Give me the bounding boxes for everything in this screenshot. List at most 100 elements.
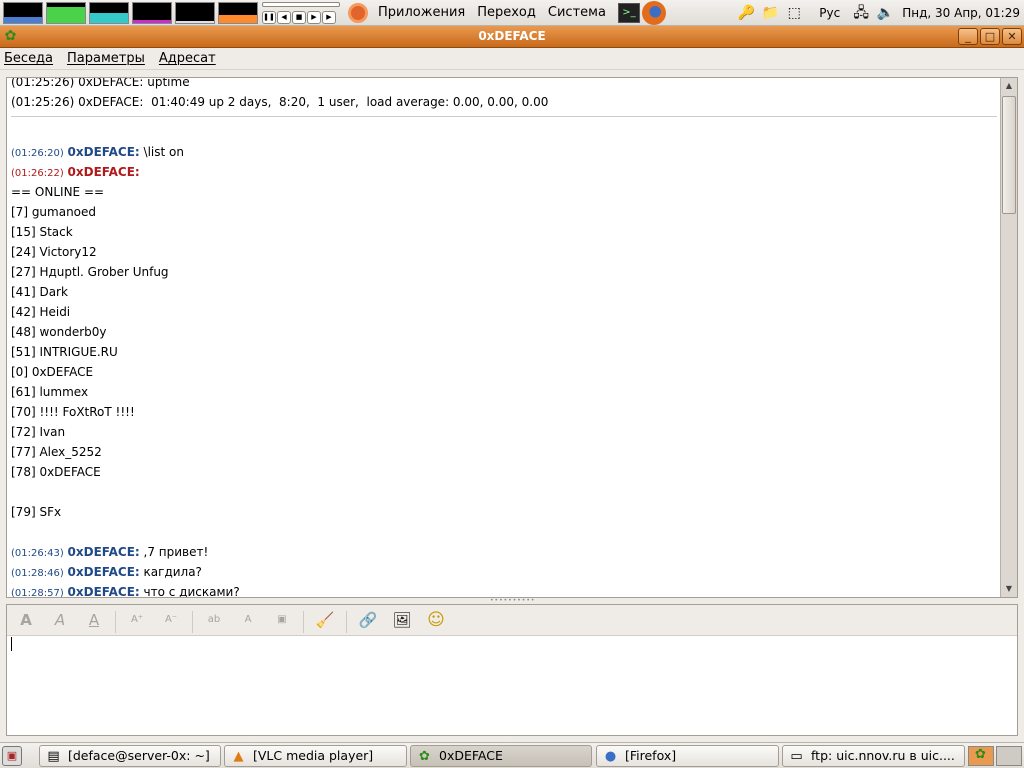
chat-scrollbar[interactable]: ▲ ▼ <box>1000 78 1017 597</box>
online-list-line: [72] Ivan <box>11 425 66 439</box>
message-sender: 0xDEFACE: <box>67 165 140 179</box>
media-stop-icon[interactable]: ■ <box>292 10 306 24</box>
online-list-line: [48] wonderb0y <box>11 325 107 339</box>
online-list-line: [27] Hдuptl. Grober Unfug <box>11 265 169 279</box>
maximize-button[interactable]: □ <box>980 28 1000 45</box>
clear-format-icon[interactable]: 🧹 <box>312 609 338 631</box>
window-title: 0xDEFACE <box>478 29 546 43</box>
online-list-line: [15] Stack <box>11 225 73 239</box>
workspace-2[interactable] <box>996 746 1022 766</box>
online-list-line: [78] 0xDEFACE <box>11 465 101 479</box>
message-timestamp: (01:26:43) <box>11 548 64 559</box>
swap-monitor[interactable] <box>132 1 172 24</box>
bold-icon[interactable]: A <box>13 609 39 631</box>
window-titlebar[interactable]: ✿ 0xDEFACE _ □ ✕ <box>0 26 1024 48</box>
taskbar-item-terminal[interactable]: ▤ [deface@server-0x: ~] <box>39 745 221 767</box>
message-compose-area[interactable]: A A A A⁺ A⁻ ab A ▣ 🧹 🔗 🖼 ☺ <box>6 604 1018 736</box>
media-prev-icon[interactable]: ◀ <box>277 10 291 24</box>
smiley-icon[interactable]: ☺ <box>423 609 449 631</box>
chat-line-system: (01:25:26) 0xDEFACE: 01:40:49 up 2 days,… <box>11 95 549 109</box>
online-list-line: == ONLINE == <box>11 185 105 199</box>
background-color-icon[interactable]: ▣ <box>269 609 295 631</box>
menu-options[interactable]: Параметры <box>67 51 145 66</box>
firefox-launcher-icon[interactable] <box>641 0 666 25</box>
pidgin-icon: ✿ <box>975 747 986 762</box>
foreground-color-icon[interactable]: A <box>235 609 261 631</box>
workspace-1[interactable]: ✿ <box>968 746 994 766</box>
media-pause-icon[interactable]: ❚❚ <box>262 10 276 24</box>
ubuntu-logo-icon[interactable] <box>348 2 368 23</box>
minimize-button[interactable]: _ <box>958 28 978 45</box>
taskbar-item-label: [VLC media player] <box>253 748 374 763</box>
chat-log[interactable]: (01:25:26) 0xDEFACE: uptime (01:25:26) 0… <box>6 77 1018 598</box>
toolbar-divider <box>192 611 193 633</box>
chat-message: (01:26:43) 0xDEFACE: ,7 привет! <box>11 542 997 562</box>
message-text: \list on <box>139 145 184 159</box>
toolbar-divider <box>346 611 347 633</box>
online-list-line: [61] lummex <box>11 385 89 399</box>
menu-places[interactable]: Переход <box>475 5 538 20</box>
terminal-icon: ▤ <box>47 749 60 764</box>
memory-monitor[interactable] <box>46 1 86 24</box>
vlc-icon: ▲ <box>233 749 244 764</box>
message-sender: 0xDEFACE: <box>67 565 140 579</box>
close-button[interactable]: ✕ <box>1002 28 1022 45</box>
top-panel: ❚❚ ◀ ■ ▶ ▶ Приложения Переход Система >_… <box>0 0 1024 26</box>
online-list-line: [24] Victory12 <box>11 245 97 259</box>
folder-icon[interactable]: 📁 <box>761 4 779 22</box>
message-timestamp: (01:26:22) <box>11 168 64 179</box>
menu-applications[interactable]: Приложения <box>376 5 467 20</box>
taskbar-item-label: ftp: uic.nnov.ru в uic.... <box>811 748 955 763</box>
menubar: Беседа Параметры Адресат <box>0 48 1024 70</box>
taskbar-item-firefox[interactable]: ● [Firefox] <box>596 745 779 767</box>
taskbar-item-pidgin[interactable]: ✿ 0xDEFACE <box>410 745 592 767</box>
taskbar-item-vlc[interactable]: ▲ [VLC media player] <box>224 745 407 767</box>
online-list-line: [70] !!!! FoXtRoT !!!! <box>11 405 135 419</box>
terminal-launcher-icon[interactable]: >_ <box>617 2 640 23</box>
load-monitor[interactable] <box>175 1 215 24</box>
menu-conversation[interactable]: Беседа <box>4 51 53 66</box>
font-grow-icon[interactable]: A⁺ <box>124 609 150 631</box>
online-list-line <box>11 522 997 542</box>
network-icon[interactable]: 🖧 <box>852 4 870 22</box>
update-icon[interactable]: ⬚ <box>785 4 803 22</box>
menu-buddy[interactable]: Адресат <box>159 51 216 66</box>
show-desktop-icon[interactable]: ▣ <box>2 746 22 766</box>
system-tray: 🔑 📁 ⬚ Рус 🖧 🔈 Пнд, 30 Апр, 01:29 <box>737 4 1020 22</box>
media-play-icon[interactable]: ▶ <box>307 10 321 24</box>
pidgin-icon: ✿ <box>419 749 430 764</box>
message-sender: 0xDEFACE: <box>67 545 140 559</box>
underline-icon[interactable]: A <box>81 609 107 631</box>
chat-message: (01:28:46) 0xDEFACE: кагдила? <box>11 562 997 582</box>
online-list-line: [42] Heidi <box>11 305 71 319</box>
chat-separator <box>11 116 997 142</box>
menu-system[interactable]: Система <box>546 5 608 20</box>
italic-icon[interactable]: A <box>47 609 73 631</box>
online-list-line: [51] INTRIGUE.RU <box>11 345 118 359</box>
font-face-icon[interactable]: ab <box>201 609 227 631</box>
insert-image-icon[interactable]: 🖼 <box>389 609 415 631</box>
media-next-icon[interactable]: ▶ <box>322 10 336 24</box>
media-seek-bar[interactable] <box>262 1 340 7</box>
insert-link-icon[interactable]: 🔗 <box>355 609 381 631</box>
scroll-down-icon[interactable]: ▼ <box>1001 581 1017 597</box>
globe-icon: ● <box>604 749 617 764</box>
keyboard-layout[interactable]: Рус <box>819 6 840 20</box>
disk-monitor[interactable] <box>218 1 258 24</box>
volume-icon[interactable]: 🔈 <box>876 4 894 22</box>
network-monitor[interactable] <box>89 1 129 24</box>
bottom-panel: ▣ ▤ [deface@server-0x: ~] ▲ [VLC media p… <box>0 742 1024 768</box>
scroll-up-icon[interactable]: ▲ <box>1001 78 1017 94</box>
scroll-thumb[interactable] <box>1002 96 1016 214</box>
chat-content: (01:25:26) 0xDEFACE: uptime (01:25:26) 0… <box>11 78 997 597</box>
clock[interactable]: Пнд, 30 Апр, 01:29 <box>902 6 1020 20</box>
toolbar-divider <box>115 611 116 633</box>
format-toolbar: A A A A⁺ A⁻ ab A ▣ 🧹 🔗 🖼 ☺ <box>7 605 1017 636</box>
toolbar-divider <box>303 611 304 633</box>
font-shrink-icon[interactable]: A⁻ <box>158 609 184 631</box>
taskbar-item-label: [Firefox] <box>625 748 677 763</box>
cpu-monitor[interactable] <box>3 1 43 24</box>
user-icon[interactable]: 🔑 <box>737 4 755 22</box>
online-list-line <box>11 482 997 502</box>
taskbar-item-ftp[interactable]: ▭ ftp: uic.nnov.ru в uic.... <box>782 745 965 767</box>
